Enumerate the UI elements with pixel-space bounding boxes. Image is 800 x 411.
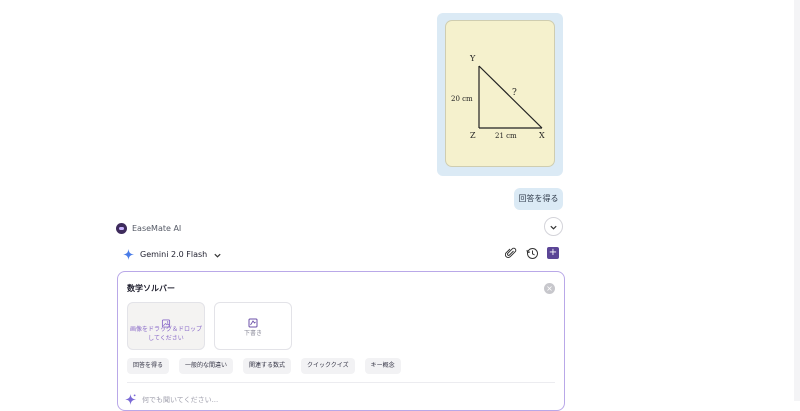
assistant-avatar (116, 222, 127, 234)
chat-page: Y Z X 20 cm 21 cm ? 回答を得る EaseMate AI Ge… (0, 0, 800, 411)
model-selector[interactable]: Gemini 2.0 Flash (123, 246, 222, 262)
chip-quick-quiz[interactable]: クイッククイズ (301, 358, 355, 374)
hypotenuse-label: ? (512, 88, 517, 98)
chevron-down-icon (549, 217, 558, 236)
user-image-message: Y Z X 20 cm 21 cm ? (437, 13, 563, 176)
math-solver-panel: 数学ソルバー × 画像をドラッグ＆ドロップしてください 下書き 回答を得る 一般… (117, 271, 565, 411)
model-selector-label: Gemini 2.0 Flash (140, 249, 208, 259)
sparkle-icon (123, 245, 134, 264)
triangle-image[interactable]: Y Z X 20 cm 21 cm ? (445, 20, 555, 167)
upload-drag-label: 画像をドラッグ＆ドロップしてください (130, 326, 203, 342)
image-upload-dropzone[interactable]: 画像をドラッグ＆ドロップしてください (127, 302, 205, 350)
vertex-x-label: X (539, 131, 545, 140)
chip-key-concepts[interactable]: キー概念 (364, 358, 401, 374)
handwrite-label: 下書き (243, 330, 262, 337)
scroll-down-button[interactable] (544, 217, 563, 236)
divider (127, 382, 555, 383)
close-icon[interactable]: × (544, 283, 555, 294)
vertex-z-label: Z (470, 131, 476, 140)
side-zx-label: 21 cm (495, 132, 517, 140)
assistant-name: EaseMate AI (132, 223, 182, 233)
chat-input[interactable]: 何でも聞いてください... (125, 390, 218, 409)
chip-related-formulas[interactable]: 関連する数式 (243, 358, 292, 374)
chevron-down-icon (213, 245, 222, 264)
assistant-header: EaseMate AI (116, 221, 181, 235)
paperclip-icon[interactable] (504, 246, 518, 260)
side-yz-label: 20 cm (451, 95, 473, 103)
user-text-message: 回答を得る (514, 188, 563, 210)
new-chat-icon[interactable]: + (546, 246, 560, 260)
sparkle-icon (125, 390, 136, 409)
vertex-y-label: Y (469, 54, 476, 63)
chip-common-mistakes[interactable]: 一般的な間違い (179, 358, 234, 374)
scrollbar[interactable] (794, 0, 800, 401)
history-icon[interactable] (525, 246, 539, 260)
suggestion-chips: 回答を得る 一般的な間違い 関連する数式 クイッククイズ キー概念 (127, 358, 401, 374)
chip-get-answer[interactable]: 回答を得る (127, 358, 170, 374)
chat-input-placeholder: 何でも聞いてください... (142, 395, 219, 404)
panel-title: 数学ソルバー (127, 284, 175, 293)
chat-toolbar: + (504, 246, 560, 260)
handwrite-button[interactable]: 下書き (214, 302, 292, 350)
